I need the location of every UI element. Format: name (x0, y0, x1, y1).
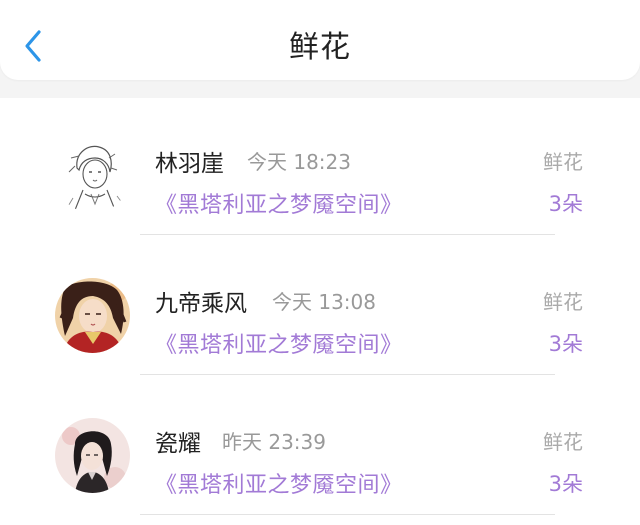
user-name[interactable]: 林羽崖 (155, 144, 224, 178)
divider (140, 234, 555, 235)
gift-type-label: 鲜花 (543, 150, 583, 174)
gift-count: 3朵 (548, 192, 583, 216)
avatar[interactable] (55, 278, 130, 353)
dark-haired-character-avatar (55, 418, 130, 493)
book-title-link[interactable]: 《黑塔利亚之梦魇空间》 (155, 467, 403, 499)
list-item[interactable]: 瓷耀 昨天 23:39 《黑塔利亚之梦魇空间》 鲜花 3朵 (0, 378, 640, 515)
top-bar: 鲜花 (0, 0, 640, 80)
timestamp: 今天 18:23 (247, 150, 351, 174)
red-robed-character-avatar (55, 278, 130, 353)
book-title-link[interactable]: 《黑塔利亚之梦魇空间》 (155, 187, 403, 219)
timestamp: 昨天 23:39 (222, 430, 326, 454)
gift-type-label: 鲜花 (543, 430, 583, 454)
gift-count: 3朵 (548, 472, 583, 496)
user-name[interactable]: 瓷耀 (155, 424, 201, 458)
timestamp: 今天 13:08 (272, 290, 376, 314)
sketch-portrait-avatar (55, 138, 130, 213)
avatar[interactable] (55, 138, 130, 213)
divider (140, 374, 555, 375)
list-item[interactable]: 九帝乘风 今天 13:08 《黑塔利亚之梦魇空间》 鲜花 3朵 (0, 238, 640, 375)
book-title-link[interactable]: 《黑塔利亚之梦魇空间》 (155, 327, 403, 359)
flower-record-list: 林羽崖 今天 18:23 《黑塔利亚之梦魇空间》 鲜花 3朵 九帝乘风 今天 1… (0, 98, 640, 525)
gift-count: 3朵 (548, 332, 583, 356)
avatar[interactable] (55, 418, 130, 493)
user-name[interactable]: 九帝乘风 (155, 284, 247, 318)
divider (140, 514, 555, 515)
list-item[interactable]: 林羽崖 今天 18:23 《黑塔利亚之梦魇空间》 鲜花 3朵 (0, 98, 640, 235)
gift-type-label: 鲜花 (543, 290, 583, 314)
page-title: 鲜花 (289, 30, 351, 65)
